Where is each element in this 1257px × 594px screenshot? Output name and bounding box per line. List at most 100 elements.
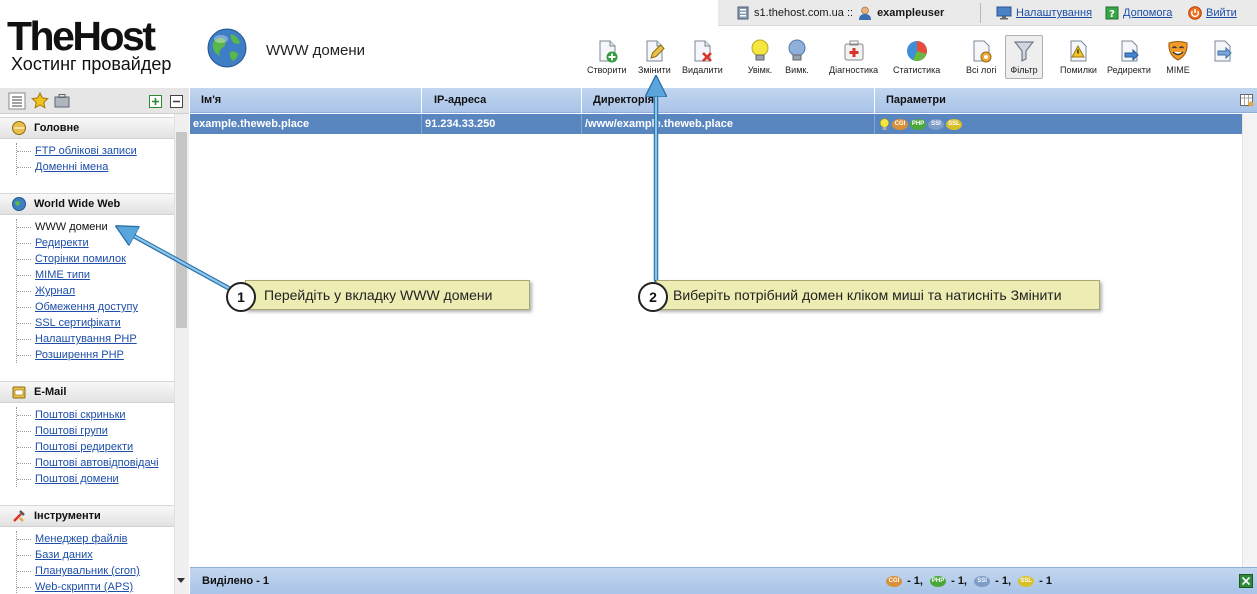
cell-directory[interactable]: /www/example.theweb.place <box>582 114 875 134</box>
delete-button[interactable]: Видалити <box>682 38 723 78</box>
redirect-arrow-icon <box>1121 40 1139 62</box>
sidebar-item-label[interactable]: Журнал <box>35 285 75 297</box>
column-header-directory[interactable]: Директорія <box>582 88 875 113</box>
sidebar-item-ssl-certificates[interactable]: SSL сертифікати <box>17 315 174 331</box>
sidebar-item-autoresponders[interactable]: Поштові автовідповідачі <box>17 455 174 471</box>
sidebar-item-php-settings[interactable]: Налаштування PHP <box>17 331 174 347</box>
power-icon <box>1188 6 1202 20</box>
scroll-down-arrow-icon[interactable] <box>177 578 185 583</box>
thehost-logo[interactable]: TheHost Хостинг провайдер <box>7 16 189 78</box>
sidebar-header <box>0 88 189 114</box>
sidebar-item-ftp-accounts[interactable]: FTP облікові записи <box>17 143 174 159</box>
column-header-name[interactable]: Ім'я <box>190 88 422 113</box>
sidebar-item-domain-names[interactable]: Доменні імена <box>17 159 174 175</box>
table-scrollbar[interactable] <box>1242 114 1257 567</box>
sidebar-item-access-limits[interactable]: Обмеження доступу <box>17 299 174 315</box>
settings-link[interactable]: Налаштування <box>996 5 1092 21</box>
enable-button[interactable]: Увімк. <box>746 38 774 78</box>
edit-button[interactable]: Змінити <box>638 38 671 78</box>
disable-button[interactable]: Вимк. <box>783 38 811 78</box>
redirects-button[interactable]: Редиректи <box>1107 38 1151 78</box>
cell-params[interactable]: CGI PHP SSI SSL <box>875 114 1242 134</box>
svg-text:?: ? <box>1109 9 1115 20</box>
mime-button[interactable]: MIME <box>1164 38 1192 78</box>
logout-link-label[interactable]: Вийти <box>1206 5 1237 21</box>
sidebar-item-mail-groups[interactable]: Поштові групи <box>17 423 174 439</box>
sidebar-item-label[interactable]: Налаштування PHP <box>35 333 137 345</box>
sidebar-section-email[interactable]: E-Mail <box>0 381 174 403</box>
sidebar-item-cron[interactable]: Планувальник (cron) <box>17 563 174 579</box>
sidebar-item-databases[interactable]: Бази даних <box>17 547 174 563</box>
header: TheHost Хостинг провайдер WWW домени s1.… <box>0 0 1257 88</box>
sidebar-section-www[interactable]: World Wide Web <box>0 193 174 215</box>
sidebar-item-mailboxes[interactable]: Поштові скриньки <box>17 407 174 423</box>
sidebar-item-label[interactable]: MIME типи <box>35 269 90 281</box>
domains-table: Ім'я IP-адреса Директорія Параметри exam… <box>190 88 1257 594</box>
sidebar-item-file-manager[interactable]: Менеджер файлів <box>17 531 174 547</box>
sidebar-item-label[interactable]: Поштові групи <box>35 425 108 437</box>
globe-icon <box>207 28 247 68</box>
column-settings-icon[interactable] <box>1240 94 1254 107</box>
help-link[interactable]: ? Допомога <box>1105 5 1172 21</box>
errors-button[interactable]: Помилки <box>1060 38 1097 78</box>
diagnostics-button[interactable]: Діагностика <box>829 38 878 78</box>
callout-step-1-text: Перейдіть у вкладку WWW домени <box>264 287 493 303</box>
logout-link[interactable]: Вийти <box>1188 5 1237 21</box>
statistics-button[interactable]: Статистика <box>893 38 940 78</box>
sidebar-item-label[interactable]: Бази даних <box>35 549 93 561</box>
redirects-button-label: Редиректи <box>1107 65 1151 75</box>
sidebar-item-mail-domains[interactable]: Поштові домени <box>17 471 174 487</box>
sidebar-item-label[interactable]: Поштові скриньки <box>35 409 126 421</box>
expand-all-icon[interactable] <box>149 95 162 108</box>
create-button[interactable]: Створити <box>587 38 627 78</box>
sidebar-item-label[interactable]: FTP облікові записи <box>35 145 137 157</box>
sidebar-item-mime-types[interactable]: MIME типи <box>17 267 174 283</box>
column-header-params[interactable]: Параметри <box>875 88 1242 113</box>
sidebar-item-label[interactable]: WWW домени <box>35 221 108 233</box>
sidebar-item-label[interactable]: SSL сертифікати <box>35 317 121 329</box>
settings-link-label[interactable]: Налаштування <box>1016 5 1092 21</box>
sidebar-section-title: World Wide Web <box>34 198 121 210</box>
sidebar-scrollbar-thumb[interactable] <box>176 132 187 328</box>
briefcase-icon[interactable] <box>53 92 71 110</box>
errors-button-label: Помилки <box>1060 65 1097 75</box>
sidebar-item-label[interactable]: Поштові редиректи <box>35 441 133 453</box>
sidebar-item-redirects[interactable]: Редиректи <box>17 235 174 251</box>
sidebar-item-label[interactable]: Сторінки помилок <box>35 253 126 265</box>
filter-button[interactable]: Фільтр <box>1005 35 1043 79</box>
sidebar-item-mail-redirects[interactable]: Поштові редиректи <box>17 439 174 455</box>
sidebar-item-label[interactable]: Розширення PHP <box>35 349 124 361</box>
favorites-star-icon[interactable] <box>31 92 49 110</box>
enable-button-label: Увімк. <box>747 65 773 75</box>
sidebar-item-label[interactable]: Поштові домени <box>35 473 119 485</box>
cgi-count: - 1, <box>907 575 923 587</box>
sidebar-item-label[interactable]: Доменні імена <box>35 161 108 173</box>
diagnostics-button-label: Діагностика <box>829 65 879 75</box>
log-gear-icon <box>973 40 992 63</box>
sidebar-item-label[interactable]: Поштові автовідповідачі <box>35 457 159 469</box>
sidebar-item-php-extensions[interactable]: Розширення PHP <box>17 347 174 363</box>
sidebar-section-main[interactable]: Головне <box>0 117 174 139</box>
list-view-icon[interactable] <box>8 92 26 110</box>
sidebar-item-error-pages[interactable]: Сторінки помилок <box>17 251 174 267</box>
delete-button-label: Видалити <box>682 65 723 75</box>
sidebar-item-label[interactable]: Web-скрипти (APS) <box>35 581 133 593</box>
column-header-ip[interactable]: IP-адреса <box>422 88 582 113</box>
mime-button-label: MIME <box>1166 65 1190 75</box>
excel-export-icon[interactable] <box>1239 574 1253 588</box>
collapse-all-icon[interactable] <box>170 95 183 108</box>
help-link-label[interactable]: Допомога <box>1123 5 1172 21</box>
cell-name[interactable]: example.theweb.place <box>190 114 422 134</box>
sidebar-item-www-domains[interactable]: WWW домени <box>17 219 174 235</box>
cell-ip[interactable]: 91.234.33.250 <box>422 114 582 134</box>
sidebar-item-label[interactable]: Планувальник (cron) <box>35 565 140 577</box>
sidebar-item-web-scripts[interactable]: Web-скрипти (APS) <box>17 579 174 594</box>
all-logs-button[interactable]: Всі логі <box>966 38 997 78</box>
sidebar-item-label[interactable]: Менеджер файлів <box>35 533 127 545</box>
sidebar-item-label[interactable]: Редиректи <box>35 237 89 249</box>
sidebar-item-journal[interactable]: Журнал <box>17 283 174 299</box>
sidebar-item-label[interactable]: Обмеження доступу <box>35 301 138 313</box>
exit-button[interactable] <box>1208 38 1236 78</box>
table-row[interactable]: example.theweb.place 91.234.33.250 /www/… <box>190 114 1242 134</box>
sidebar-section-tools[interactable]: Інструменти <box>0 505 174 527</box>
